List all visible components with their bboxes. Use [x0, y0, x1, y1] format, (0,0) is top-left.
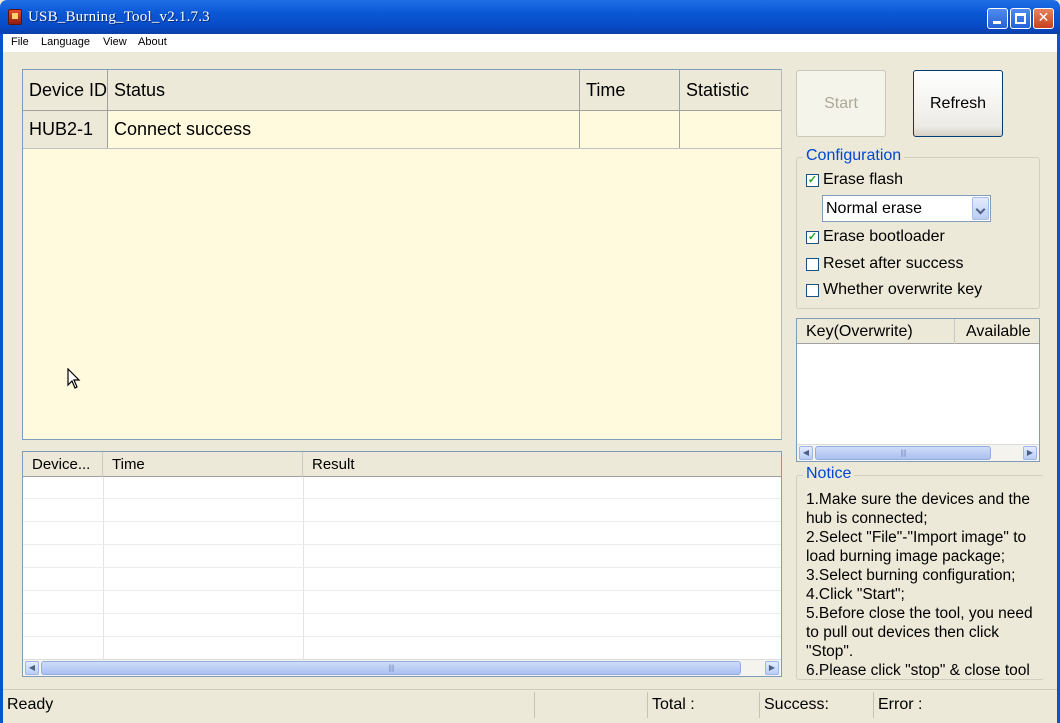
minimize-button[interactable]	[987, 8, 1008, 29]
row-divider	[23, 636, 781, 637]
column-divider	[103, 477, 104, 660]
status-bar: Ready Total : Success: Error :	[3, 689, 1057, 719]
empty-checkbox-icon	[806, 258, 819, 271]
row-divider	[23, 521, 781, 522]
scroll-left-icon[interactable]: ◀	[25, 661, 39, 675]
row-divider	[23, 498, 781, 499]
column-available[interactable]: Available	[957, 319, 1039, 344]
title-bar: USB_Burning_Tool_v2.1.7.3 ✕	[0, 0, 1060, 34]
empty-checkbox-icon	[806, 284, 819, 297]
device-table-header: Device ID Status Time Statistic	[23, 70, 781, 111]
menu-language[interactable]: Language	[41, 36, 90, 48]
notice-line: 4.Click "Start";	[806, 586, 905, 603]
scroll-left-icon[interactable]: ◀	[799, 446, 813, 460]
overwrite-key-label: Whether overwrite key	[823, 281, 983, 298]
status-panel-empty	[535, 692, 648, 718]
device-time-cell	[580, 111, 680, 148]
row-divider	[23, 544, 781, 545]
window-title: USB_Burning_Tool_v2.1.7.3	[28, 9, 210, 25]
notice-line: 5.Before close the tool, you need to pul…	[806, 605, 1033, 660]
notice-line: 3.Select burning configuration;	[806, 567, 1016, 584]
column-divider	[303, 477, 304, 660]
maximize-button[interactable]	[1010, 8, 1031, 29]
refresh-button[interactable]: Refresh	[913, 70, 1003, 137]
scroll-right-icon[interactable]: ▶	[1023, 446, 1037, 460]
column-device-id[interactable]: Device ID	[23, 70, 108, 110]
scroll-right-icon[interactable]: ▶	[765, 661, 779, 675]
menu-about[interactable]: About	[138, 36, 167, 48]
maximize-icon	[1015, 13, 1026, 24]
menu-bar: File Language View About	[3, 34, 1057, 52]
device-statistic-cell	[680, 111, 781, 148]
erase-mode-select[interactable]: Normal erase	[822, 195, 991, 222]
column-status[interactable]: Status	[108, 70, 580, 110]
row-divider	[23, 590, 781, 591]
notice-line: 1.Make sure the devices and the hub is c…	[806, 491, 1031, 527]
configuration-title: Configuration	[803, 147, 905, 165]
erase-mode-value: Normal erase	[826, 200, 923, 217]
status-text: Ready	[3, 692, 535, 718]
column-log-time[interactable]: Time	[103, 452, 303, 477]
menu-view[interactable]: View	[103, 36, 127, 48]
device-id-cell: HUB2-1	[23, 111, 108, 148]
notice-title: Notice	[803, 465, 855, 483]
key-table[interactable]: Key(Overwrite) Available ◀ ▶	[796, 318, 1040, 462]
column-log-device[interactable]: Device...	[23, 452, 103, 477]
chevron-down-icon[interactable]	[972, 197, 989, 220]
menu-file[interactable]: File	[11, 36, 29, 48]
log-horizontal-scrollbar[interactable]: ◀ ▶	[23, 659, 781, 676]
row-divider	[23, 567, 781, 568]
device-row[interactable]: HUB2-1 Connect success	[23, 111, 781, 149]
window-frame-left	[0, 34, 3, 723]
column-time[interactable]: Time	[580, 70, 680, 110]
success-count: Success:	[760, 692, 874, 718]
checkmark-icon: ✓	[806, 174, 819, 187]
column-key-overwrite[interactable]: Key(Overwrite)	[797, 319, 955, 344]
log-table-header: Device... Time Result	[23, 452, 781, 477]
key-horizontal-scrollbar[interactable]: ◀ ▶	[797, 444, 1039, 461]
notice-line: 6.Please click "stop" & close tool	[806, 662, 1030, 678]
key-table-header: Key(Overwrite) Available	[797, 319, 1039, 344]
row-divider	[23, 613, 781, 614]
checkmark-icon: ✓	[806, 231, 819, 244]
minimize-icon	[993, 21, 1001, 24]
close-icon: ✕	[1037, 10, 1050, 26]
notice-text: 1.Make sure the devices and the hub is c…	[806, 490, 1044, 678]
notice-line: 2.Select "File"-"Import image" to load b…	[806, 529, 1027, 565]
column-log-result[interactable]: Result	[303, 452, 781, 477]
reset-after-success-label: Reset after success	[823, 255, 964, 272]
start-button[interactable]: Start	[796, 70, 886, 137]
total-count: Total :	[648, 692, 760, 718]
log-table[interactable]: Device... Time Result ◀ ▶	[22, 451, 782, 677]
device-status-cell: Connect success	[108, 111, 580, 148]
app-icon	[8, 9, 22, 25]
device-table[interactable]: Device ID Status Time Statistic HUB2-1 C…	[22, 69, 782, 440]
column-statistic[interactable]: Statistic	[680, 70, 781, 110]
erase-bootloader-label: Erase bootloader	[823, 228, 945, 245]
erase-flash-label: Erase flash	[823, 171, 904, 188]
scroll-thumb[interactable]	[41, 661, 741, 675]
error-count: Error :	[878, 696, 923, 713]
close-button[interactable]: ✕	[1033, 8, 1054, 29]
mouse-cursor-icon	[67, 368, 81, 389]
scroll-thumb[interactable]	[815, 446, 991, 460]
